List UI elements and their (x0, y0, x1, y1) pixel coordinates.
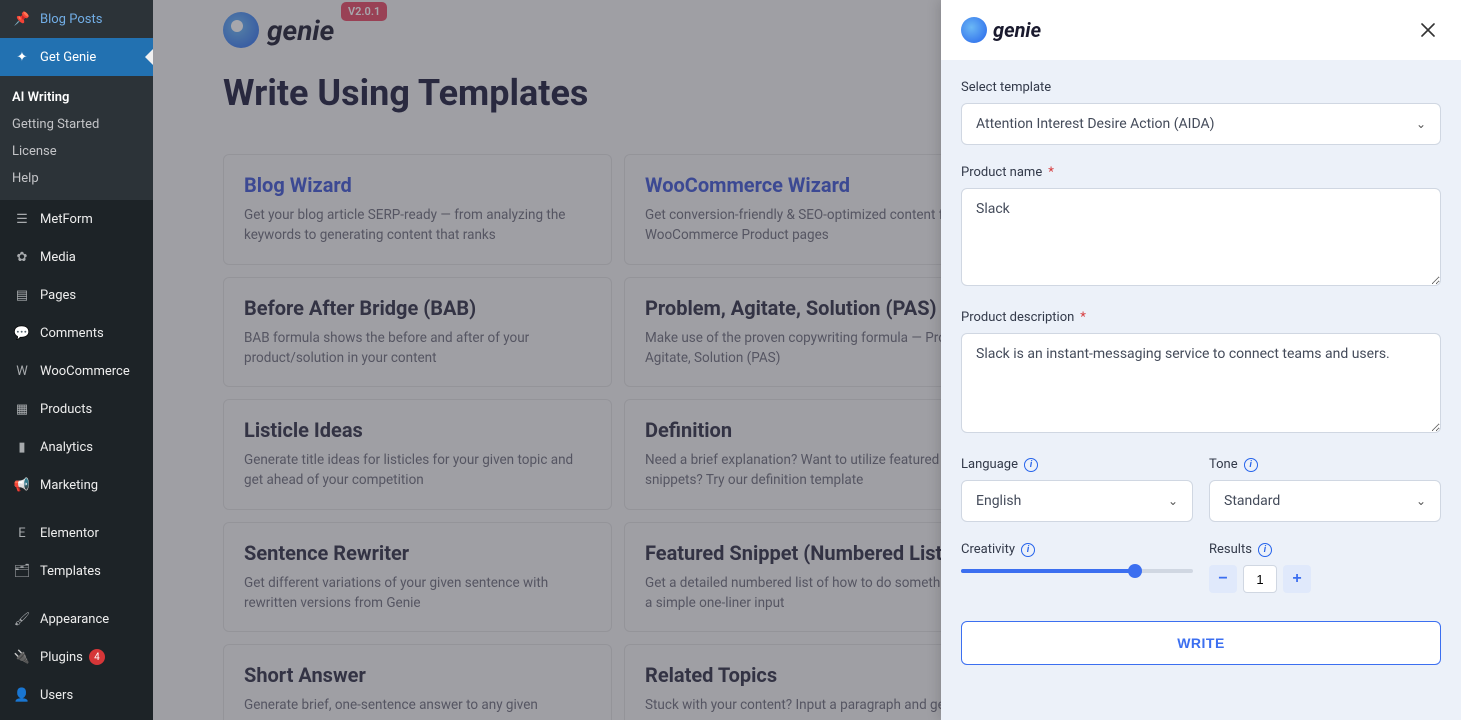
tmpl-icon: 🗂 (12, 561, 32, 581)
sidebar-item-appearance[interactable]: 🖌 Appearance (0, 600, 153, 638)
product-name-label: Product name* (961, 165, 1441, 180)
sidebar-item-media[interactable]: ✿ Media (0, 238, 153, 276)
sidebar-item-label: Analytics (40, 440, 93, 455)
template-select[interactable]: Attention Interest Desire Action (AIDA) … (961, 103, 1441, 145)
sidebar-item-label: Elementor (40, 526, 99, 541)
tone-select[interactable]: Standard ⌄ (1209, 480, 1441, 522)
sidebar-item-label: Templates (40, 564, 101, 579)
drawer-brand: genie (961, 17, 1041, 43)
info-icon[interactable]: i (1024, 458, 1038, 472)
drawer-body: Select template Attention Interest Desir… (941, 60, 1461, 720)
results-label: Results i (1209, 542, 1441, 557)
close-icon (1421, 23, 1435, 37)
decrement-button[interactable]: − (1209, 565, 1237, 593)
mega-icon: 📢 (12, 475, 32, 495)
sidebar-item-plugins[interactable]: 🔌 Plugins 4 (0, 638, 153, 676)
template-select-value: Attention Interest Desire Action (AIDA) (976, 116, 1215, 132)
creativity-slider[interactable] (961, 565, 1193, 573)
product-desc-label: Product description* (961, 310, 1441, 325)
admin-sidebar: 📌 Blog Posts ✦ Get Genie AI WritingGetting S… (0, 0, 153, 720)
submenu: AI WritingGetting StartedLicenseHelp (0, 76, 153, 200)
tone-value: Standard (1224, 493, 1280, 509)
product-name-input[interactable] (961, 188, 1441, 286)
increment-button[interactable]: + (1283, 565, 1311, 593)
sidebar-item-label: Products (40, 402, 92, 417)
sidebar-item-label: Blog Posts (40, 12, 102, 27)
sidebar-item-label: WooCommerce (40, 364, 130, 379)
update-count-badge: 4 (89, 649, 105, 665)
comment-icon: 💬 (12, 323, 32, 343)
language-value: English (976, 493, 1021, 509)
creativity-label: Creativity i (961, 542, 1193, 557)
sidebar-item-metform[interactable]: ☰ MetForm (0, 200, 153, 238)
plug-icon: 🔌 (12, 647, 32, 667)
active-indicator-icon (145, 49, 153, 65)
info-icon[interactable]: i (1258, 543, 1272, 557)
sidebar-item-comments[interactable]: 💬 Comments (0, 314, 153, 352)
sidebar-item-elementor[interactable]: E Elementor (0, 514, 153, 552)
page-icon: ▤ (12, 285, 32, 305)
sidebar-item-woocommerce[interactable]: W WooCommerce (0, 352, 153, 390)
select-template-label: Select template (961, 80, 1441, 95)
drawer-brand-name: genie (993, 18, 1041, 42)
submenu-item-ai-writing[interactable]: AI Writing (0, 84, 153, 111)
brush-icon: 🖌 (12, 609, 32, 629)
sidebar-item-blog-posts[interactable]: 📌 Blog Posts (0, 0, 153, 38)
sidebar-item-label: Comments (40, 326, 104, 341)
language-select[interactable]: English ⌄ (961, 480, 1193, 522)
sidebar-item-label: MetForm (40, 212, 93, 227)
sidebar-item-label: Media (40, 250, 76, 265)
drawer-header: genie (941, 0, 1461, 60)
info-icon[interactable]: i (1021, 543, 1035, 557)
info-icon[interactable]: i (1244, 458, 1258, 472)
genie-logo-small-icon (961, 17, 987, 43)
sidebar-item-users[interactable]: 👤 Users (0, 676, 153, 714)
sidebar-item-label: Users (40, 688, 73, 703)
chart-icon: ▮ (12, 437, 32, 457)
submenu-item-license[interactable]: License (0, 138, 153, 165)
woo-icon: W (12, 361, 32, 381)
chevron-down-icon: ⌄ (1168, 494, 1178, 508)
results-input[interactable] (1243, 565, 1277, 593)
sidebar-item-label: Pages (40, 288, 76, 303)
chevron-down-icon: ⌄ (1416, 117, 1426, 131)
sparkle-icon: ✦ (12, 47, 32, 67)
sidebar-item-pages[interactable]: ▤ Pages (0, 276, 153, 314)
sidebar-item-get-genie[interactable]: ✦ Get Genie (0, 38, 153, 76)
tone-label: Tone i (1209, 457, 1441, 472)
box-icon: ▦ (12, 399, 32, 419)
pin-icon: 📌 (12, 9, 32, 29)
results-stepper: − + (1209, 565, 1441, 593)
user-icon: 👤 (12, 685, 32, 705)
template-drawer: genie Select template Attention Interest… (941, 0, 1461, 720)
write-button[interactable]: WRITE (961, 621, 1441, 665)
sidebar-item-label: Get Genie (40, 50, 96, 65)
slider-thumb[interactable] (1128, 564, 1142, 578)
sidebar-item-label: Marketing (40, 478, 98, 493)
chevron-down-icon: ⌄ (1416, 494, 1426, 508)
close-button[interactable] (1415, 17, 1441, 43)
sidebar-item-analytics[interactable]: ▮ Analytics (0, 428, 153, 466)
submenu-item-help[interactable]: Help (0, 165, 153, 192)
sidebar-item-label: Plugins (40, 650, 83, 665)
product-desc-input[interactable] (961, 333, 1441, 433)
language-label: Language i (961, 457, 1193, 472)
sidebar-item-products[interactable]: ▦ Products (0, 390, 153, 428)
elem-icon: E (12, 523, 32, 543)
form-icon: ☰ (12, 209, 32, 229)
sidebar-item-templates[interactable]: 🗂 Templates (0, 552, 153, 590)
submenu-item-getting-started[interactable]: Getting Started (0, 111, 153, 138)
media-icon: ✿ (12, 247, 32, 267)
sidebar-item-label: Appearance (40, 612, 109, 627)
sidebar-item-marketing[interactable]: 📢 Marketing (0, 466, 153, 504)
